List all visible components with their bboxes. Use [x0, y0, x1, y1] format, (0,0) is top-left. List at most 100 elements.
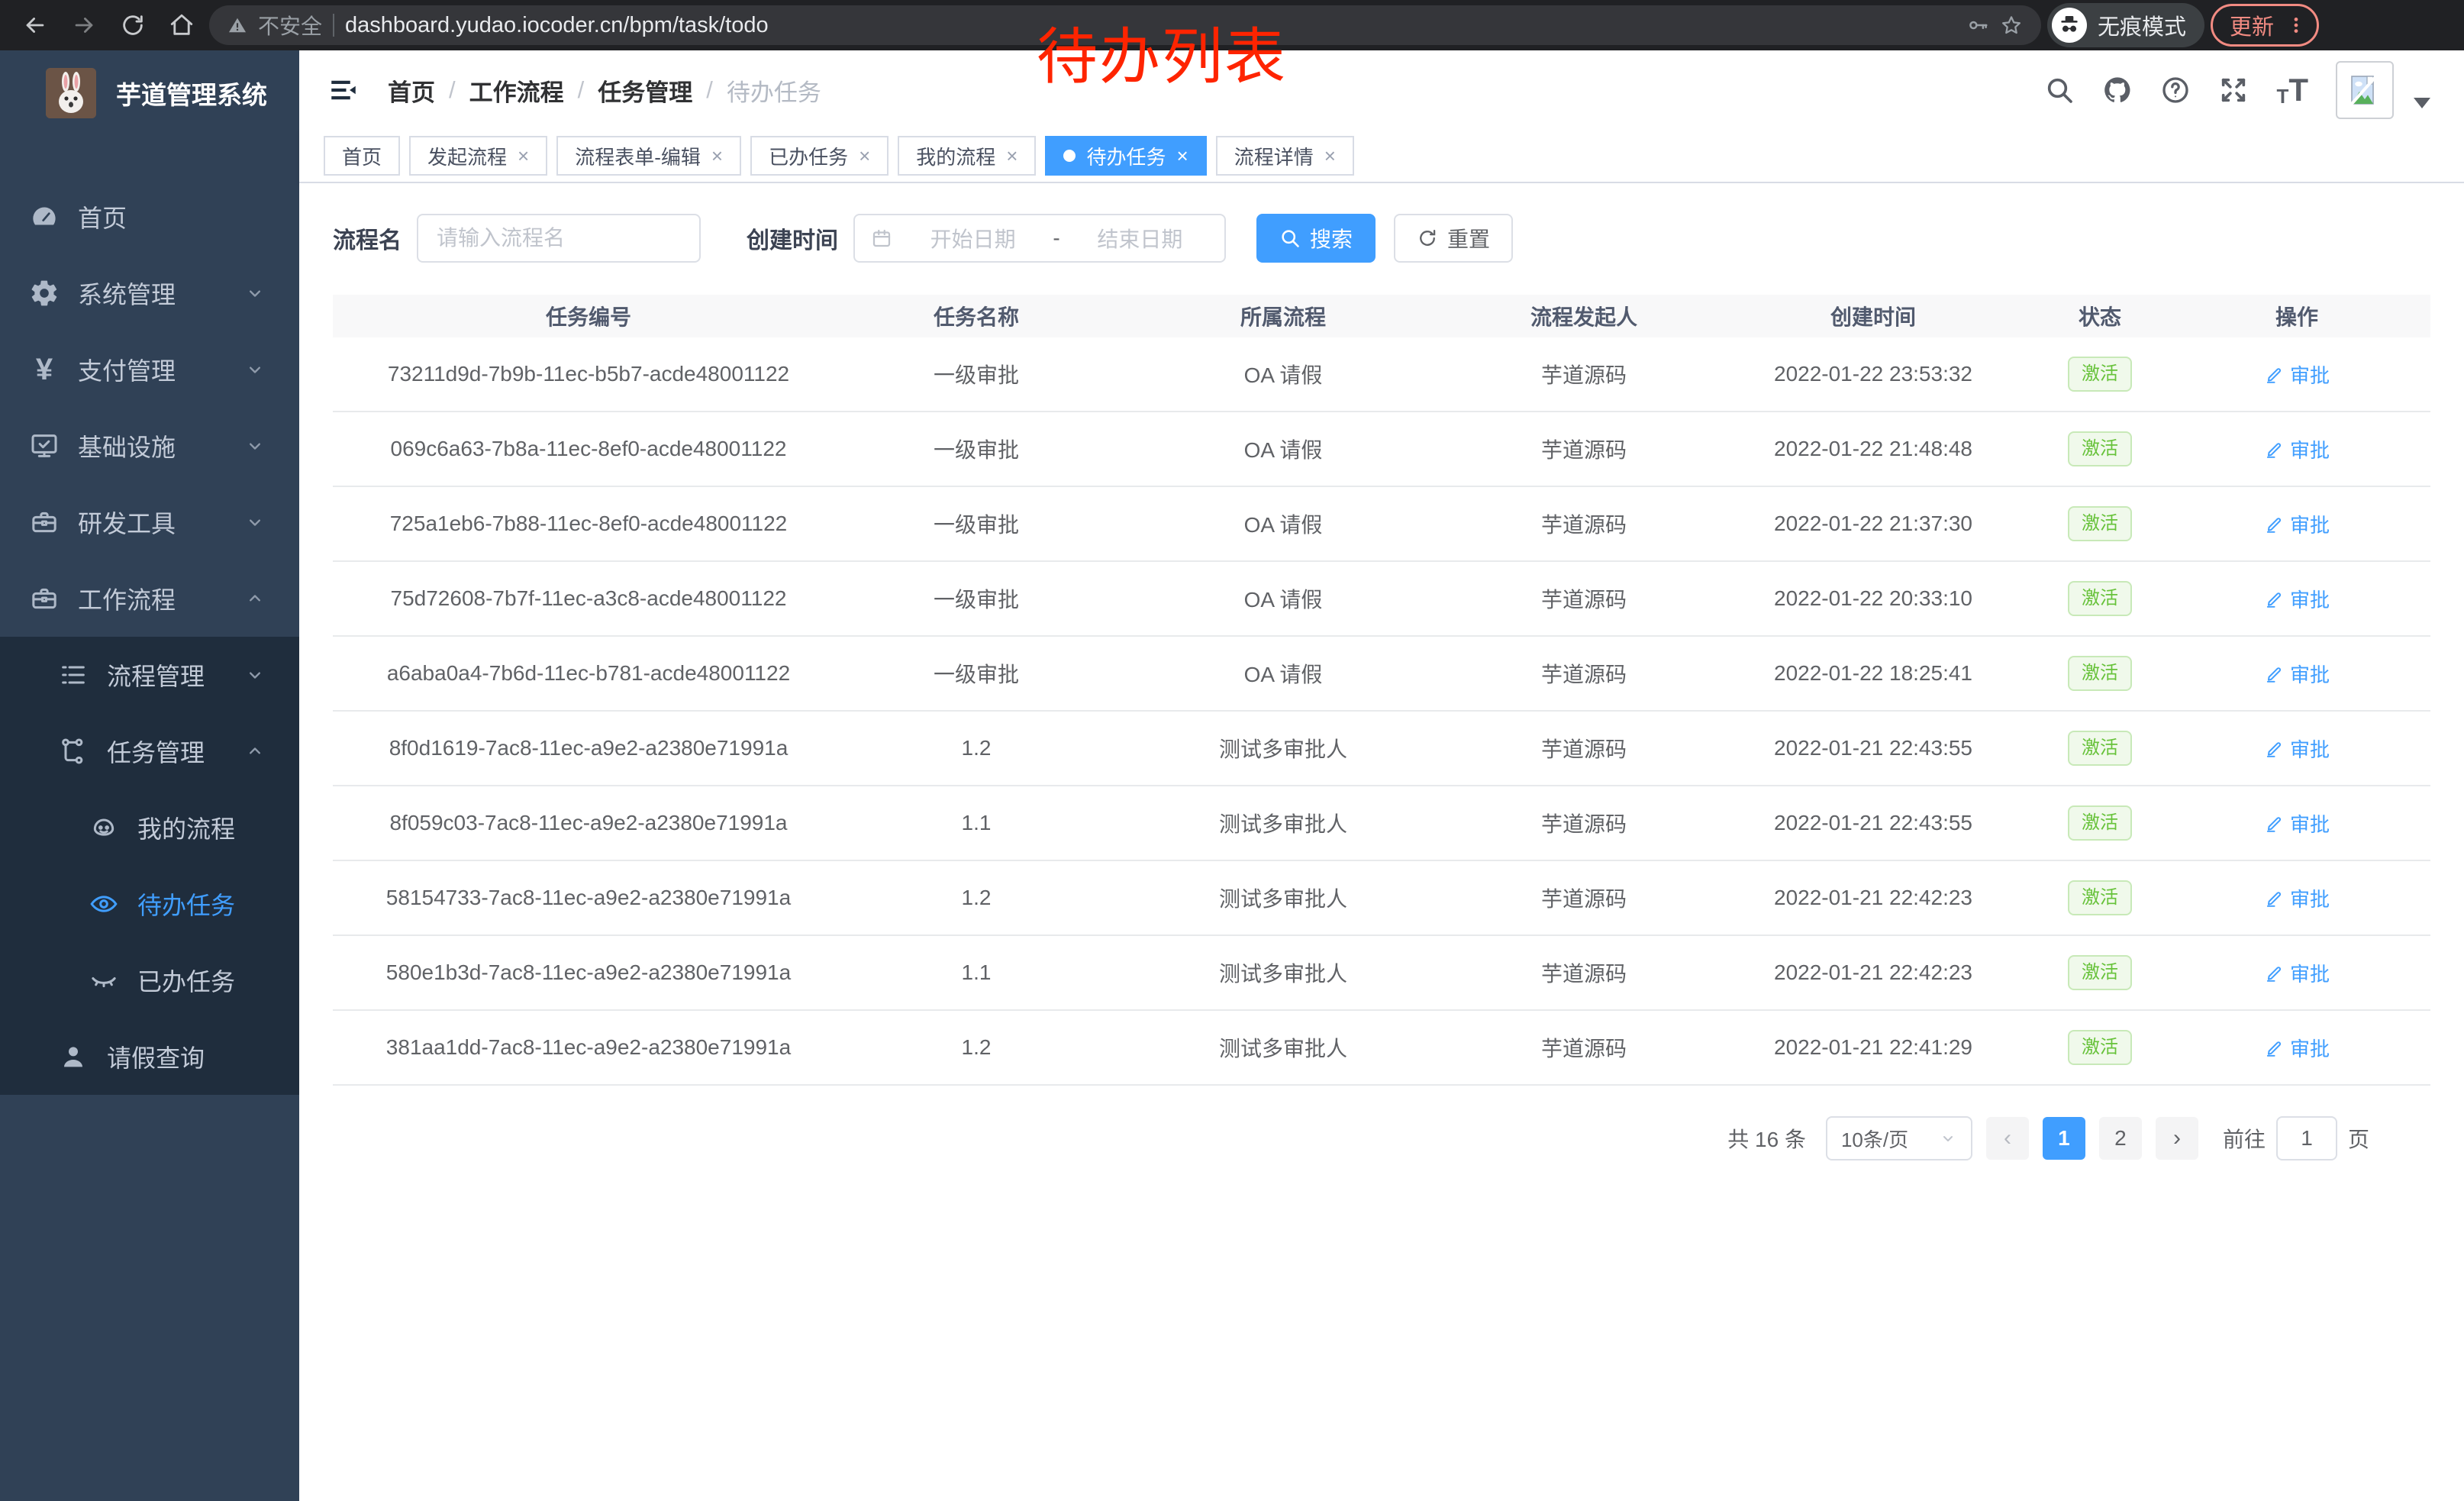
approve-link[interactable]: 审批: [2264, 435, 2330, 463]
page-button-1[interactable]: 1: [2043, 1117, 2085, 1160]
chevron-down-icon: [244, 282, 266, 304]
process-cell: OA 请假: [1108, 508, 1458, 539]
tab-我的流程[interactable]: 我的流程×: [898, 136, 1036, 176]
table-row: 8f059c03-7ac8-11ec-a9e2-a2380e71991a1.1测…: [333, 786, 2430, 861]
sidebar-item-label: 待办任务: [137, 886, 235, 922]
approve-link[interactable]: 审批: [2264, 1034, 2330, 1062]
approve-link[interactable]: 审批: [2264, 585, 2330, 613]
approve-link[interactable]: 审批: [2264, 360, 2330, 389]
tab-首页[interactable]: 首页: [324, 136, 400, 176]
approve-link-label: 审批: [2290, 884, 2330, 912]
search-icon[interactable]: [2044, 75, 2075, 105]
status-badge: 激活: [2068, 431, 2132, 466]
starter-cell: 芋道源码: [1458, 508, 1710, 539]
reset-button[interactable]: 重置: [1394, 214, 1513, 263]
browser-update-button[interactable]: 更新: [2211, 4, 2319, 47]
app-logo: [46, 68, 96, 118]
font-size-icon[interactable]: TT: [2276, 74, 2308, 106]
tab-close-icon[interactable]: ×: [1006, 146, 1018, 166]
sidebar-item-已办任务[interactable]: 已办任务: [0, 942, 299, 1018]
avatar[interactable]: [2336, 61, 2394, 119]
sidebar-item-流程管理[interactable]: 流程管理: [0, 637, 299, 713]
sidebar-item-系统管理[interactable]: 系统管理: [0, 255, 299, 331]
sidebar-item-基础设施[interactable]: 基础设施: [0, 408, 299, 484]
page-size-select[interactable]: 10条/页: [1826, 1116, 1972, 1160]
starter-cell: 芋道源码: [1458, 658, 1710, 689]
tab-close-icon[interactable]: ×: [1324, 146, 1336, 166]
column-header-流程发起人: 流程发起人: [1458, 301, 1710, 331]
browser-back-icon[interactable]: [14, 4, 56, 47]
browser-forward-icon[interactable]: [63, 4, 105, 47]
tab-close-icon[interactable]: ×: [711, 146, 723, 166]
goto-page-input[interactable]: [2276, 1116, 2337, 1160]
approve-link[interactable]: 审批: [2264, 884, 2330, 912]
status-badge: 激活: [2068, 880, 2132, 915]
sidebar-item-待办任务[interactable]: 待办任务: [0, 866, 299, 942]
table-row: 58154733-7ac8-11ec-a9e2-a2380e71991a1.2测…: [333, 861, 2430, 936]
tab-close-icon[interactable]: ×: [859, 146, 870, 166]
github-icon[interactable]: [2102, 75, 2133, 105]
active-tab-dot: [1063, 150, 1076, 162]
sidebar-item-首页[interactable]: 首页: [0, 179, 299, 255]
tab-流程详情[interactable]: 流程详情×: [1216, 136, 1354, 176]
sidebar-item-工作流程[interactable]: 工作流程: [0, 560, 299, 637]
tab-label: 已办任务: [769, 142, 848, 170]
security-label[interactable]: 不安全: [258, 10, 322, 40]
bookmark-star-icon[interactable]: [2000, 14, 2023, 37]
sidebar-item-支付管理[interactable]: ¥支付管理: [0, 331, 299, 408]
table-row: 580e1b3d-7ac8-11ec-a9e2-a2380e71991a1.1测…: [333, 936, 2430, 1011]
sidebar-collapse-icon[interactable]: [325, 72, 362, 108]
column-header-所属流程: 所属流程: [1108, 301, 1458, 331]
table-row: 75d72608-7b7f-11ec-a3c8-acde48001122一级审批…: [333, 562, 2430, 637]
security-warning-icon[interactable]: [227, 15, 247, 35]
tab-待办任务[interactable]: 待办任务×: [1045, 136, 1206, 176]
tab-已办任务[interactable]: 已办任务 ×: [750, 136, 889, 176]
breadcrumb-item-首页[interactable]: 首页: [388, 73, 435, 108]
avatar-dropdown-caret[interactable]: [2414, 98, 2430, 108]
page-button-2[interactable]: 2: [2099, 1117, 2142, 1160]
edit-pencil-icon: [2264, 888, 2284, 908]
sidebar-item-研发工具[interactable]: 研发工具: [0, 484, 299, 560]
edit-pencil-icon: [2264, 364, 2284, 384]
edit-pencil-icon: [2264, 514, 2284, 534]
sidebar-item-请假查询[interactable]: 请假查询: [0, 1018, 299, 1095]
browser-home-icon[interactable]: [160, 4, 203, 47]
task-name-cell: 1.1: [844, 811, 1108, 835]
tab-close-icon[interactable]: ×: [1177, 146, 1188, 166]
tab-close-icon[interactable]: ×: [518, 146, 529, 166]
next-page-button[interactable]: ›: [2156, 1117, 2198, 1160]
status-badge: 激活: [2068, 805, 2132, 841]
approve-link-label: 审批: [2290, 435, 2330, 463]
tab-label: 流程表单-编辑: [575, 142, 701, 170]
prev-page-button[interactable]: ‹: [1986, 1117, 2029, 1160]
process-name-input[interactable]: [417, 214, 701, 263]
browser-reload-icon[interactable]: [111, 4, 154, 47]
filter-form: 流程名 创建时间 开始日期 - 结束日期 搜索: [333, 214, 2430, 263]
date-range-picker[interactable]: 开始日期 - 结束日期: [853, 214, 1226, 263]
start-date-placeholder[interactable]: 开始日期: [904, 223, 1042, 253]
dashboard-icon: [27, 200, 61, 234]
app-logo-row[interactable]: 芋道管理系统: [0, 50, 299, 136]
breadcrumb-item-任务管理[interactable]: 任务管理: [598, 73, 692, 108]
approve-link[interactable]: 审批: [2264, 510, 2330, 538]
help-icon[interactable]: [2160, 75, 2191, 105]
approve-link[interactable]: 审批: [2264, 809, 2330, 838]
key-icon[interactable]: [1966, 14, 1989, 37]
calendar-icon: [870, 227, 893, 250]
edit-pencil-icon: [2264, 738, 2284, 758]
tab-流程表单-编辑[interactable]: 流程表单-编辑 ×: [556, 136, 741, 176]
annotation-overlay: 待办列表: [1037, 8, 1287, 96]
approve-link-label: 审批: [2290, 959, 2330, 987]
sidebar-item-我的流程[interactable]: 我的流程: [0, 789, 299, 866]
tab-发起流程[interactable]: 发起流程×: [409, 136, 547, 176]
sidebar-item-label: 我的流程: [137, 810, 235, 845]
search-button[interactable]: 搜索: [1256, 214, 1376, 263]
sidebar-item-任务管理[interactable]: 任务管理: [0, 713, 299, 789]
update-label[interactable]: 更新: [2230, 9, 2274, 41]
approve-link[interactable]: 审批: [2264, 734, 2330, 763]
breadcrumb-item-工作流程[interactable]: 工作流程: [469, 73, 564, 108]
approve-link[interactable]: 审批: [2264, 959, 2330, 987]
end-date-placeholder[interactable]: 结束日期: [1071, 223, 1209, 253]
approve-link[interactable]: 审批: [2264, 660, 2330, 688]
fullscreen-icon[interactable]: [2218, 75, 2249, 105]
